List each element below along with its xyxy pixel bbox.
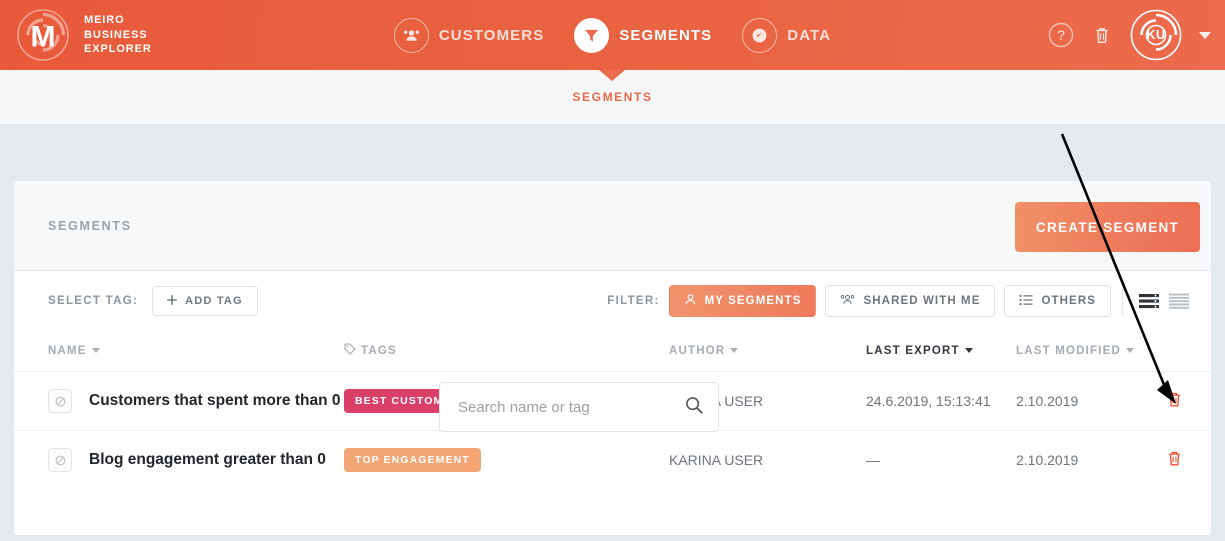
delete-row-trash-icon[interactable] [1165,449,1184,468]
nav-item-segments[interactable]: SEGMENTS [574,17,713,53]
search-input[interactable] [458,398,684,416]
column-label-last-modified: LAST MODIFIED [1016,344,1122,357]
page-body: SEGMENTS CREATE SEGMENT SELECT TAG: [0,125,1225,536]
meiro-logo-icon: M [16,8,70,62]
sort-caret-author-icon [730,348,739,353]
list-view-icon[interactable] [1139,293,1159,309]
cell-last-export: — [866,452,880,468]
cell-delete [1142,371,1212,431]
filter-shared-with-me-button[interactable]: SHARED WITH ME [825,285,996,317]
header-actions: ? KU [1048,0,1211,70]
nav-label-data: DATA [787,26,832,44]
main-nav: CUSTOMERS SEGMENTS DATA [0,0,1225,70]
column-label-author: AUTHOR [669,344,726,357]
customers-group-icon [393,17,429,53]
filter-others-label: OTHERS [1041,295,1096,307]
search-box[interactable] [439,382,719,432]
cell-last-modified: 2.10.2019 [1016,371,1142,431]
avatar-initials: KU [1146,28,1166,42]
brand-line-2: BUSINESS [84,28,148,41]
sort-caret-last-export-icon [964,348,973,353]
tag-icon [344,343,356,358]
svg-text:?: ? [1057,27,1065,43]
cell-tags: TOP ENGAGEMENT [344,431,669,490]
column-label-last-export: LAST EXPORT [866,344,960,357]
filter-group: FILTER: MY SEGMENTS SHARED WITH ME OTHER… [607,285,1111,317]
add-tag-button[interactable]: ADD TAG [152,286,258,316]
header-trash-icon[interactable] [1091,24,1113,46]
column-header-last-export[interactable]: LAST EXPORT [866,331,1016,372]
nav-item-customers[interactable]: CUSTOMERS [393,17,545,53]
table-row[interactable]: Blog engagement greater than 0 TOP ENGAG… [14,431,1212,490]
app-header: M MEIRO BUSINESS EXPLORER CUSTOMERS SEGM… [0,0,1225,70]
cell-last-modified: 2.10.2019 [1016,452,1079,468]
brand-text: MEIRO BUSINESS EXPLORER [84,13,152,57]
gauge-meter-icon [742,17,778,53]
svg-text:M: M [31,21,56,54]
table-header: NAME TAGS AUTHOR LAST EXPORT LAST MODIFI… [14,331,1212,372]
hidden-slashed-circle-icon[interactable] [48,448,72,472]
brand-line-3: EXPLORER [84,43,152,56]
list-icon [1019,294,1034,309]
tag-badge[interactable]: TOP ENGAGEMENT [344,448,481,472]
column-label-name: NAME [48,344,87,357]
segments-header-card: SEGMENTS CREATE SEGMENT [13,180,1212,432]
column-header-tags[interactable]: TAGS [344,331,669,372]
column-header-name[interactable]: NAME [14,331,344,372]
sort-caret-name-icon [91,348,100,353]
column-header-author[interactable]: AUTHOR [669,331,866,372]
nav-label-segments: SEGMENTS [619,26,713,44]
cell-delete [1142,431,1212,490]
nav-label-customers: CUSTOMERS [438,26,545,44]
select-tag-label: SELECT TAG: [48,295,139,307]
column-label-tags: TAGS [361,344,397,357]
table-header-row: NAME TAGS AUTHOR LAST EXPORT LAST MODIFI… [14,331,1212,372]
nav-item-data[interactable]: DATA [742,17,832,53]
filter-my-segments-button[interactable]: MY SEGMENTS [668,285,817,317]
column-header-last-modified[interactable]: LAST MODIFIED [1016,331,1142,372]
people-shared-icon [840,293,855,309]
person-icon [684,293,697,309]
brand[interactable]: M MEIRO BUSINESS EXPLORER [0,8,152,62]
filter-others-button[interactable]: OTHERS [1004,285,1111,317]
filter-shared-with-me-label: SHARED WITH ME [863,295,981,307]
plus-icon [167,294,178,308]
create-segment-button[interactable]: CREATE SEGMENT [1015,202,1200,252]
segment-name[interactable]: Customers that spent more than 0 [89,392,341,410]
segment-name[interactable]: Blog engagement greater than 0 [89,451,326,469]
add-tag-label: ADD TAG [185,295,243,307]
search-icon[interactable] [684,395,704,420]
column-header-actions [1142,331,1212,372]
delete-row-trash-icon[interactable] [1165,390,1184,409]
question-mark-circle-icon[interactable]: ? [1048,22,1074,48]
cell-name: Customers that spent more than 0 [14,371,344,431]
view-toggle-group [1122,286,1189,316]
filter-bar: SELECT TAG: ADD TAG FILTER: MY SEGMENTS … [14,271,1211,331]
filter-label: FILTER: [607,295,660,307]
sub-nav: SEGMENTS [0,70,1225,125]
avatar[interactable]: KU [1130,9,1182,61]
page-title: SEGMENTS [48,218,132,233]
sub-nav-label-segments[interactable]: SEGMENTS [572,90,652,104]
sort-caret-last-modified-icon [1126,348,1135,353]
hidden-slashed-circle-icon[interactable] [48,389,72,413]
cell-author: KARINA USER [669,452,764,468]
cell-last-export: 24.6.2019, 15:13:41 [866,371,1016,431]
compact-view-icon[interactable] [1169,293,1189,309]
chevron-down-icon[interactable] [1199,31,1211,39]
app-root: M MEIRO BUSINESS EXPLORER CUSTOMERS SEGM… [0,0,1225,541]
funnel-filter-icon [574,17,610,53]
cell-name: Blog engagement greater than 0 [14,431,344,490]
filter-my-segments-label: MY SEGMENTS [704,295,802,307]
brand-line-1: MEIRO [84,14,125,27]
